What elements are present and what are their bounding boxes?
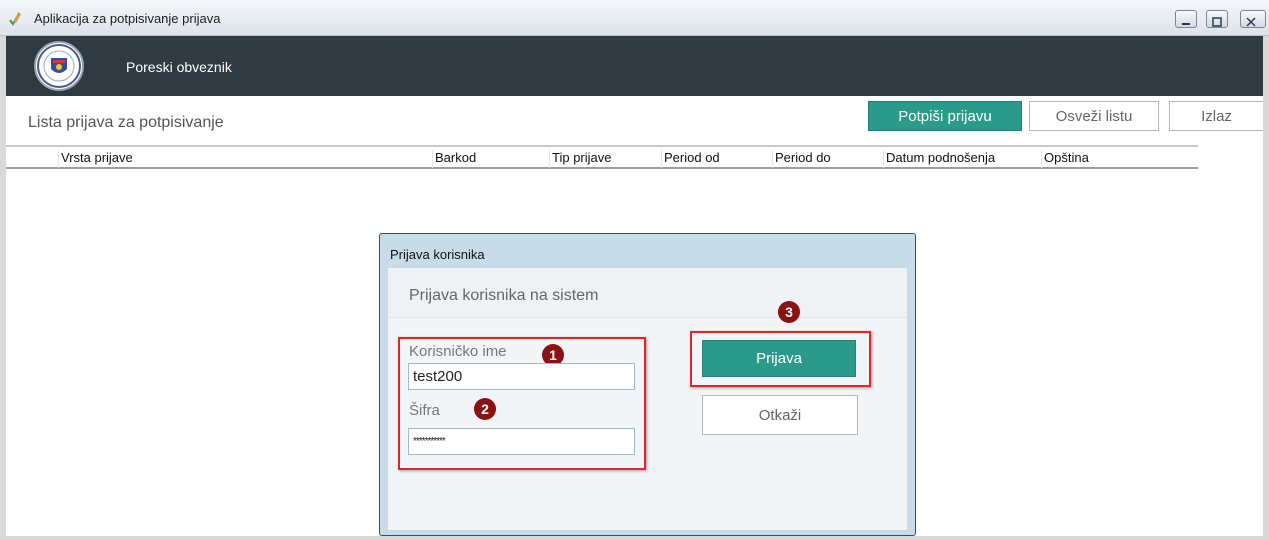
toolbar: Lista prijava za potpisivanje Potpiši pr… bbox=[6, 96, 1263, 144]
dialog-subtitle-bar: Prijava korisnika na sistem bbox=[388, 268, 907, 318]
maximize-icon bbox=[1211, 14, 1223, 27]
login-button[interactable]: Prijava bbox=[702, 340, 856, 377]
password-label: Šifra bbox=[409, 402, 440, 419]
window-title: Aplikacija za potpisivanje prijava bbox=[34, 11, 221, 26]
step-marker-2: 2 bbox=[474, 398, 496, 420]
cancel-button[interactable]: Otkaži bbox=[702, 395, 858, 435]
close-button[interactable] bbox=[1240, 10, 1266, 28]
column-header[interactable]: Opština bbox=[1041, 150, 1198, 168]
maximize-button[interactable] bbox=[1206, 10, 1228, 28]
column-header[interactable]: Period od bbox=[661, 150, 772, 168]
dialog-title: Prijava korisnika bbox=[390, 247, 485, 262]
login-dialog: Prijava korisnika Prijava korisnika na s… bbox=[379, 233, 916, 536]
list-title: Lista prijava za potpisivanje bbox=[28, 114, 224, 131]
column-header[interactable]: Barkod bbox=[432, 150, 549, 168]
step-marker-3: 3 bbox=[778, 301, 800, 323]
app-header: Poreski obveznik bbox=[6, 36, 1263, 96]
minimize-button[interactable] bbox=[1175, 10, 1197, 28]
title-bar: Aplikacija za potpisivanje prijava bbox=[0, 0, 1269, 36]
dialog-subtitle: Prijava korisnika na sistem bbox=[409, 287, 599, 304]
close-icon bbox=[1245, 14, 1257, 27]
column-header[interactable]: Datum podnošenja bbox=[883, 150, 1041, 168]
username-label: Korisničko ime bbox=[409, 343, 507, 360]
coat-of-arms-icon bbox=[34, 41, 84, 91]
column-header[interactable]: Period do bbox=[772, 150, 883, 168]
dialog-body: Prijava korisnika na sistem Korisničko i… bbox=[388, 268, 907, 530]
exit-button[interactable]: Izlaz bbox=[1169, 101, 1263, 131]
username-input[interactable] bbox=[408, 363, 635, 390]
table-header: Vrsta prijave Barkod Tip prijave Period … bbox=[6, 145, 1198, 169]
user-role-label: Poreski obveznik bbox=[126, 59, 232, 75]
column-header[interactable]: Tip prijave bbox=[549, 150, 661, 168]
row-selector-header bbox=[6, 150, 58, 168]
sign-button[interactable]: Potpiši prijavu bbox=[868, 101, 1022, 131]
refresh-list-button[interactable]: Osveži listu bbox=[1029, 101, 1159, 131]
minimize-icon bbox=[1180, 14, 1192, 25]
pen-check-icon bbox=[9, 11, 23, 27]
column-header[interactable]: Vrsta prijave bbox=[58, 150, 432, 168]
password-input[interactable] bbox=[408, 428, 635, 455]
